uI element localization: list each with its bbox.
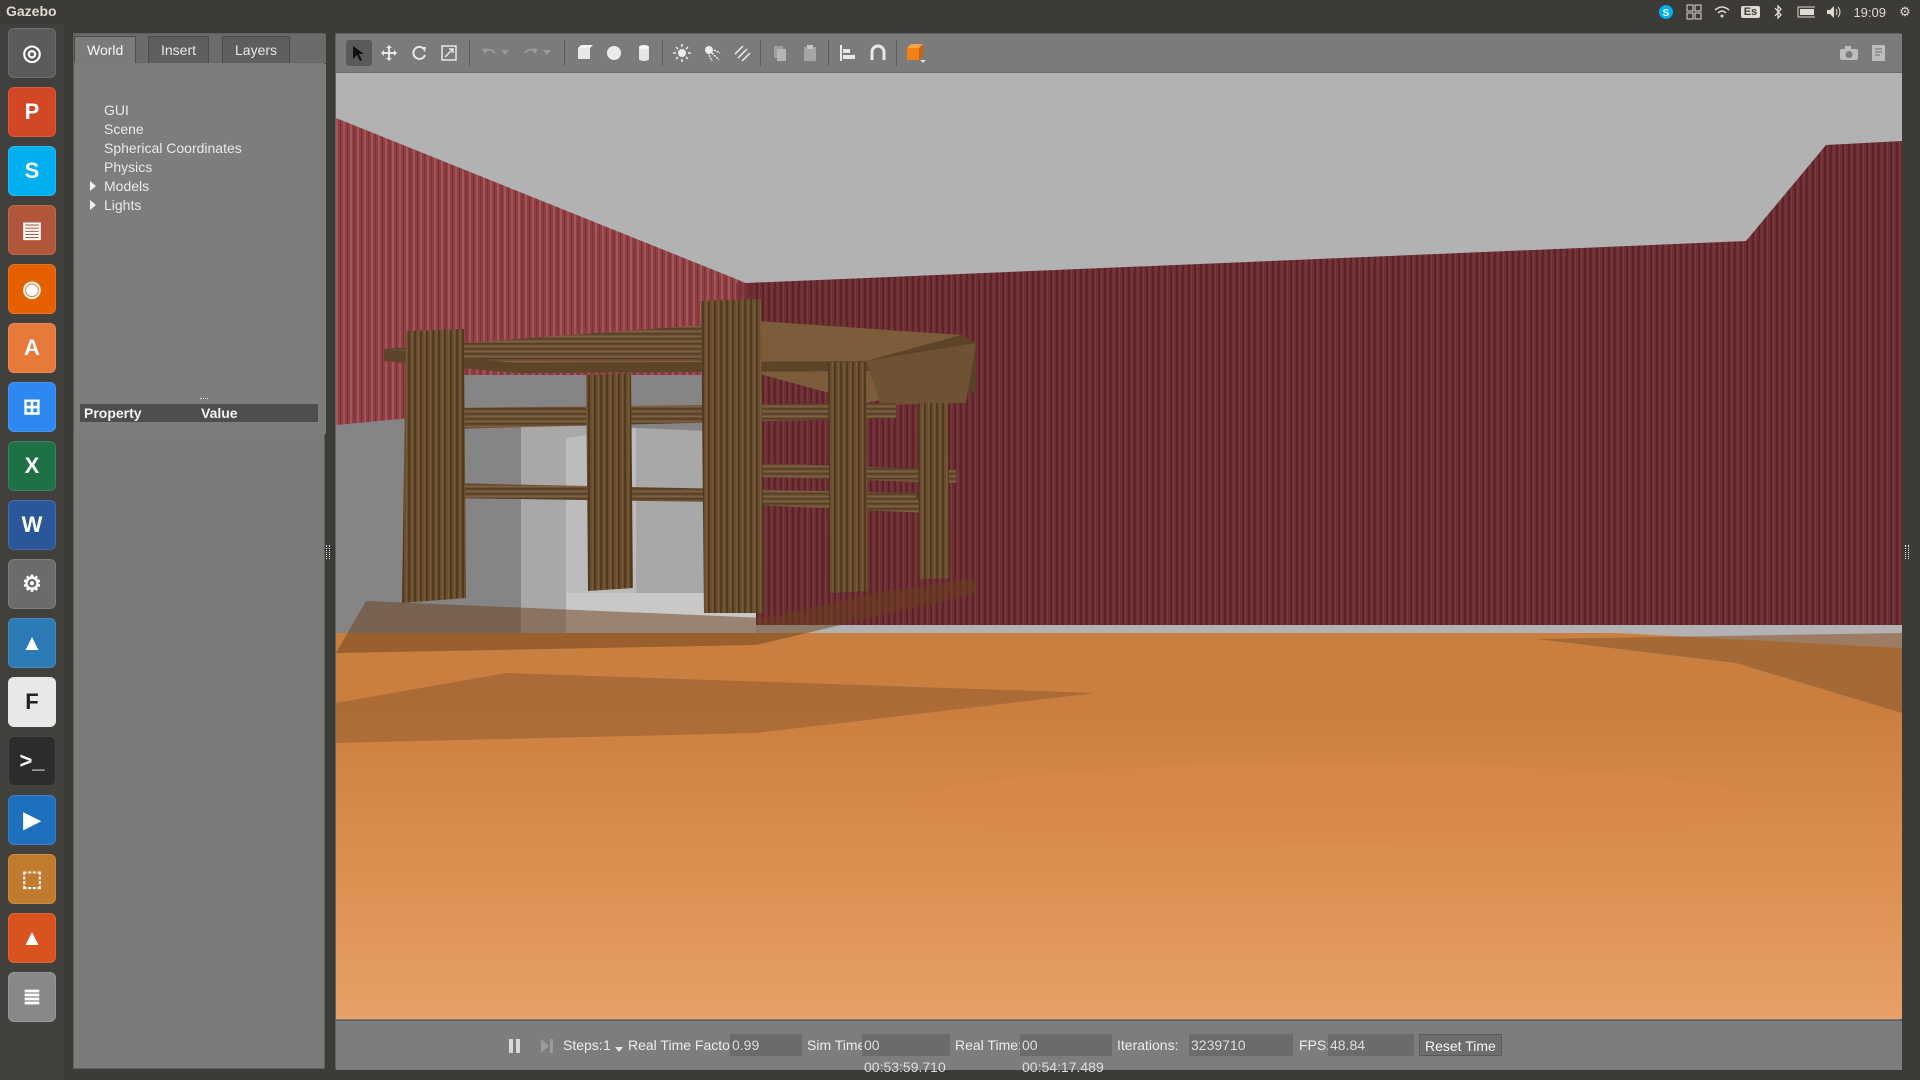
- sim-time-label: Sim Time:: [807, 1037, 870, 1053]
- app-title: Gazebo: [6, 3, 57, 19]
- iterations-label: Iterations:: [1117, 1037, 1179, 1053]
- right-splitter-handle[interactable]: [1905, 545, 1909, 559]
- launcher-windows-app-icon[interactable]: ⊞: [8, 382, 56, 432]
- launcher-word-icon[interactable]: W: [8, 500, 56, 550]
- align-icon[interactable]: [835, 40, 861, 66]
- launcher-system-settings-icon[interactable]: ⚙: [8, 559, 56, 609]
- real-time-label: Real Time:: [955, 1037, 1022, 1053]
- launcher-powerpoint-icon[interactable]: P: [8, 87, 56, 137]
- launcher-firefox-icon[interactable]: ◉: [8, 264, 56, 314]
- real-time-factor-field: 0.99: [730, 1034, 802, 1056]
- launcher-skype-icon[interactable]: S: [8, 146, 56, 196]
- directional-light-icon[interactable]: [729, 40, 755, 66]
- svg-text:S: S: [1663, 8, 1670, 19]
- real-time-field: 00 00:54:17.489: [1020, 1034, 1112, 1075]
- launcher-software-center-icon[interactable]: A: [8, 323, 56, 373]
- launcher-matlab-icon[interactable]: ▲: [8, 618, 56, 668]
- tree-item-scene[interactable]: Scene: [104, 121, 144, 137]
- toolbar-separator: [564, 40, 565, 66]
- reset-time-button[interactable]: Reset Time: [1419, 1034, 1502, 1056]
- tab-bar: World Insert Layers: [74, 34, 326, 63]
- toolbar-separator: [469, 40, 470, 66]
- status-bar: Steps: 1 Real Time Factor: 0.99 Sim Time…: [336, 1020, 1902, 1075]
- expand-arrow-icon[interactable]: [90, 181, 96, 191]
- cylinder-shape-icon[interactable]: [631, 40, 657, 66]
- bluetooth-icon[interactable]: [1769, 4, 1787, 20]
- toolbar-separator: [662, 40, 663, 66]
- select-mode-icon[interactable]: [346, 40, 372, 66]
- toolbar-separator: [828, 40, 829, 66]
- copy-icon[interactable]: [767, 40, 793, 66]
- tab-layers[interactable]: Layers: [222, 36, 291, 63]
- launcher-media-player-icon[interactable]: ▶: [8, 795, 56, 845]
- launcher-terminal-icon[interactable]: >_: [8, 736, 56, 786]
- undo-history-icon[interactable]: [498, 40, 512, 66]
- keyboard-layout-icon[interactable]: Es: [1740, 4, 1761, 20]
- volume-icon[interactable]: [1825, 4, 1843, 20]
- toolbar-separator: [760, 40, 761, 66]
- launcher-matlab-2-icon[interactable]: ▲: [8, 913, 56, 963]
- wifi-icon[interactable]: [1713, 4, 1731, 20]
- toolbar: [336, 34, 1902, 73]
- steps-label: Steps:: [563, 1037, 603, 1053]
- workspace-switcher-icon[interactable]: [1685, 4, 1703, 20]
- tab-insert[interactable]: Insert: [148, 36, 210, 63]
- scene-render: [336, 73, 1902, 1019]
- real-time-factor-label: Real Time Factor:: [628, 1037, 739, 1053]
- screenshot-icon[interactable]: [1836, 40, 1862, 66]
- property-table-header: Property Value: [80, 398, 318, 422]
- rotate-mode-icon[interactable]: [406, 40, 432, 66]
- iterations-field: 3239710: [1189, 1034, 1293, 1056]
- keyboard-layout-label: Es: [1740, 6, 1761, 18]
- steps-value[interactable]: 1: [603, 1037, 611, 1053]
- battery-icon[interactable]: [1797, 4, 1816, 20]
- tree-item-physics[interactable]: Physics: [104, 159, 152, 175]
- launcher-ubuntu-dash-icon[interactable]: ◎: [8, 28, 56, 78]
- expand-arrow-icon[interactable]: [90, 200, 96, 210]
- launcher-virtualbox-icon[interactable]: ⬚: [8, 854, 56, 904]
- translate-mode-icon[interactable]: [376, 40, 402, 66]
- sphere-shape-icon[interactable]: [601, 40, 627, 66]
- main-area: Steps: 1 Real Time Factor: 0.99 Sim Time…: [335, 33, 1902, 1075]
- left-splitter-handle[interactable]: [326, 545, 330, 559]
- toolbar-separator: [896, 40, 897, 66]
- box-shape-icon[interactable]: [571, 40, 597, 66]
- snap-icon[interactable]: [865, 40, 891, 66]
- launcher: ◎ P S ▤ ◉ A ⊞ X W ⚙ ▲ F >_ ▶ ⬚ ▲ ≣: [0, 24, 64, 1080]
- system-tray: S Es 19:09 ⚙: [1657, 0, 1914, 24]
- 3d-viewport[interactable]: [336, 73, 1902, 1019]
- skype-tray-icon[interactable]: S: [1657, 4, 1675, 20]
- step-icon[interactable]: [534, 1033, 560, 1059]
- scale-mode-icon[interactable]: [436, 40, 462, 66]
- launcher-trash-icon[interactable]: ≣: [8, 972, 56, 1022]
- tree-item-spherical-coordinates[interactable]: Spherical Coordinates: [104, 140, 242, 156]
- tree-item-models[interactable]: Models: [104, 178, 149, 194]
- tree-item-lights[interactable]: Lights: [104, 197, 141, 213]
- steps-dropdown-icon[interactable]: [615, 1040, 623, 1056]
- left-panel: World Insert Layers GUI Scene Spherical …: [73, 33, 326, 1069]
- column-resize-handle[interactable]: [200, 398, 208, 402]
- paste-icon[interactable]: [797, 40, 823, 66]
- settings-gear-icon[interactable]: ⚙: [1896, 4, 1914, 20]
- view-angle-icon[interactable]: [903, 40, 929, 66]
- sim-time-field: 00 00:53:59.710: [862, 1034, 950, 1075]
- top-system-bar: Gazebo S Es 19:09 ⚙: [0, 0, 1920, 24]
- launcher-excel-icon[interactable]: X: [8, 441, 56, 491]
- fps-label: FPS:: [1299, 1037, 1331, 1053]
- log-icon[interactable]: [1866, 40, 1892, 66]
- launcher-files-icon[interactable]: ▤: [8, 205, 56, 255]
- value-column-header[interactable]: Value: [201, 405, 238, 421]
- clock[interactable]: 19:09: [1853, 5, 1886, 20]
- pause-icon[interactable]: [502, 1033, 528, 1059]
- point-light-icon[interactable]: [669, 40, 695, 66]
- tree-item-gui[interactable]: GUI: [104, 102, 129, 118]
- tab-world[interactable]: World: [74, 36, 137, 63]
- launcher-document-editor-icon[interactable]: F: [8, 677, 56, 727]
- property-column-header[interactable]: Property: [84, 405, 142, 421]
- world-tree: GUI Scene Spherical Coordinates Physics …: [74, 64, 326, 434]
- spot-light-icon[interactable]: [699, 40, 725, 66]
- fps-field: 48.84: [1328, 1034, 1414, 1056]
- redo-history-icon[interactable]: [540, 40, 554, 66]
